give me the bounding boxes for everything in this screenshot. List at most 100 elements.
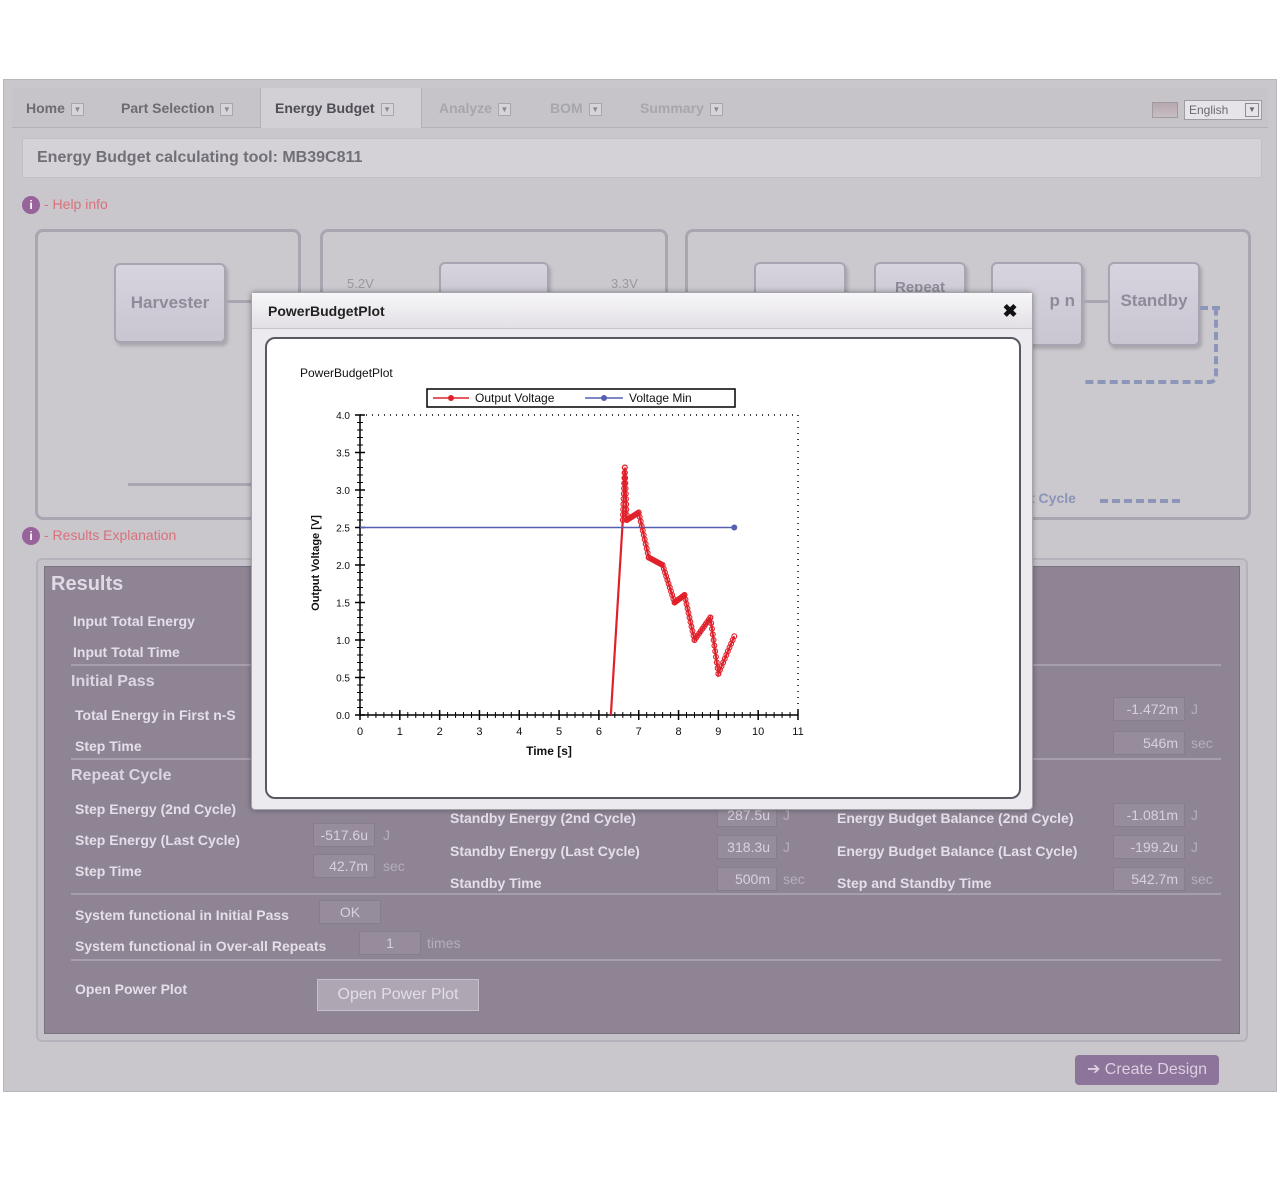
- language-select[interactable]: English ▼: [1184, 100, 1262, 120]
- input-total-time-label: Input Total Time: [73, 644, 180, 660]
- standby-energy-last-unit: J: [783, 839, 790, 855]
- step-energy-last-label: Step Energy (Last Cycle): [75, 832, 240, 848]
- tab-analyze-label: Analyze: [439, 100, 492, 116]
- cycle-loop-line: [1084, 306, 1218, 384]
- cycle-loop-line: [1200, 306, 1220, 310]
- x-tick-label: 7: [636, 726, 642, 738]
- language-value: English: [1189, 103, 1229, 117]
- x-tick-label: 0: [357, 726, 363, 738]
- section-divider: [71, 893, 1221, 895]
- help-info-link[interactable]: i- Help info: [22, 196, 108, 215]
- chevron-down-icon[interactable]: ▼: [497, 102, 511, 116]
- y-tick-label: 4.0: [336, 411, 350, 422]
- dialog-title: PowerBudgetPlot: [252, 293, 1032, 329]
- standby-energy-2nd-label: Standby Energy (2nd Cycle): [450, 810, 636, 826]
- y-tick-label: 3.5: [336, 449, 350, 460]
- chevron-down-icon[interactable]: ▼: [709, 102, 723, 116]
- budget-balance-last-value: -199.2u: [1113, 835, 1185, 859]
- legend-label-output-voltage: Output Voltage: [475, 391, 555, 405]
- x-tick-label: 9: [715, 726, 721, 738]
- power-plot-dialog: PowerBudgetPlot ✖ PowerBudgetPlot 0 1 2 3 4 5 6…: [251, 292, 1033, 810]
- step-time-value: 42.7m: [313, 854, 375, 878]
- chevron-down-icon[interactable]: ▼: [220, 102, 234, 116]
- info-icon: i: [22, 527, 40, 546]
- step-energy-last-unit: J: [383, 827, 390, 843]
- initial-pass-heading: Initial Pass: [71, 673, 155, 690]
- tab-bom-label: BOM: [550, 100, 583, 116]
- tab-analyze[interactable]: Analyze ▼: [425, 88, 533, 128]
- series-point-voltage-min: [731, 524, 738, 531]
- tab-energy-budget[interactable]: Energy Budget ▼: [260, 88, 422, 128]
- y-tick-label: 2.0: [336, 561, 350, 572]
- harvester-block[interactable]: Harvester: [114, 263, 226, 343]
- y-tick-label: 2.5: [336, 524, 350, 535]
- budget-balance-last-unit: J: [1191, 839, 1198, 855]
- step-energy-2nd-label: Step Energy (2nd Cycle): [75, 801, 237, 817]
- section-divider: [71, 959, 1221, 961]
- step-energy-last-value: -517.6u: [313, 823, 375, 847]
- results-title: Results: [51, 573, 124, 595]
- open-plot-label: Open Power Plot: [75, 981, 188, 997]
- open-power-plot-button[interactable]: Open Power Plot: [317, 979, 479, 1011]
- step-standby-time-value: 542.7m: [1113, 867, 1185, 891]
- x-tick-label: 8: [675, 726, 681, 738]
- y-tick-label: 1.5: [336, 599, 350, 610]
- total-energy-first-label: Total Energy in First n-S: [75, 707, 236, 723]
- initial-time-value: 546m: [1113, 731, 1185, 755]
- chevron-down-icon[interactable]: ▼: [380, 102, 394, 116]
- legend-marker-output-voltage: [448, 395, 454, 401]
- tab-home-label: Home: [26, 100, 65, 116]
- help-info-label: - Help info: [44, 196, 108, 212]
- budget-balance-last-label: Energy Budget Balance (Last Cycle): [837, 843, 1078, 859]
- tab-part-selection-label: Part Selection: [121, 100, 215, 116]
- chevron-down-icon[interactable]: ▼: [588, 102, 602, 116]
- x-tick-label: 11: [792, 726, 803, 738]
- tab-summary-label: Summary: [640, 100, 704, 116]
- x-tick-label: 10: [752, 726, 764, 738]
- chevron-down-icon[interactable]: ▼: [1245, 103, 1259, 117]
- step-standby-time-label: Step and Standby Time: [837, 875, 992, 891]
- y-tick-label: 0.5: [336, 674, 350, 685]
- us-flag-icon: [1152, 102, 1178, 118]
- create-design-button[interactable]: ➔ Create Design: [1075, 1055, 1219, 1085]
- standby-energy-last-value: 318.3u: [717, 835, 777, 859]
- repeat-cycle-heading: Repeat Cycle: [71, 767, 172, 784]
- cycle-label: t Cycle: [1030, 490, 1076, 506]
- step-time-unit: sec: [383, 858, 405, 874]
- tab-part-selection[interactable]: Part Selection ▼: [107, 88, 257, 128]
- x-tick-label: 6: [596, 726, 602, 738]
- sys-repeats-unit: times: [427, 935, 461, 951]
- sys-initial-label: System functional in Initial Pass: [75, 907, 289, 923]
- legend-label-voltage-min: Voltage Min: [629, 391, 692, 405]
- connector-line: [1084, 300, 1108, 303]
- initial-energy-value: -1.472m: [1113, 697, 1185, 721]
- y-tick-label: 0.0: [336, 711, 350, 722]
- budget-balance-2nd-value: -1.081m: [1113, 803, 1185, 827]
- main-nav: Home ▼ Part Selection ▼ Energy Budget ▼ Ana…: [12, 88, 1268, 128]
- standby-time-label: Standby Time: [450, 875, 542, 891]
- close-icon[interactable]: ✖: [1000, 301, 1020, 321]
- dialog-body: PowerBudgetPlot 0 1 2 3 4 5 6 7 8 9 10 11 0.0 0.5 1.0 1.…: [265, 337, 1021, 799]
- sys-initial-value: OK: [319, 900, 381, 924]
- page-title: Energy Budget calculating tool: MB39C811: [22, 138, 1262, 178]
- chevron-down-icon[interactable]: ▼: [70, 102, 84, 116]
- tab-bom[interactable]: BOM ▼: [536, 88, 624, 128]
- tab-energy-budget-label: Energy Budget: [275, 100, 375, 116]
- input-voltage-label: 5.2V: [347, 276, 374, 291]
- standby-energy-last-label: Standby Energy (Last Cycle): [450, 843, 640, 859]
- y-tick-label: 3.0: [336, 486, 350, 497]
- tab-summary[interactable]: Summary ▼: [626, 88, 746, 128]
- results-explanation-link[interactable]: i- Results Explanation: [22, 527, 176, 546]
- budget-balance-2nd-label: Energy Budget Balance (2nd Cycle): [837, 810, 1074, 826]
- tab-home[interactable]: Home ▼: [12, 88, 104, 128]
- budget-balance-2nd-unit: J: [1191, 807, 1198, 823]
- step-time-label: Step Time: [75, 738, 142, 754]
- x-tick-label: 3: [476, 726, 482, 738]
- standby-time-unit: sec: [783, 871, 805, 887]
- x-tick-label: 5: [556, 726, 562, 738]
- initial-time-unit: sec: [1191, 735, 1213, 751]
- sys-repeats-label: System functional in Over-all Repeats: [75, 938, 327, 954]
- x-axis-label: Time [s]: [526, 744, 572, 758]
- sys-repeats-value: 1: [359, 931, 421, 955]
- power-budget-chart: PowerBudgetPlot 0 1 2 3 4 5 6 7 8 9 10 11 0.0 0.5 1.0 1.…: [300, 366, 804, 758]
